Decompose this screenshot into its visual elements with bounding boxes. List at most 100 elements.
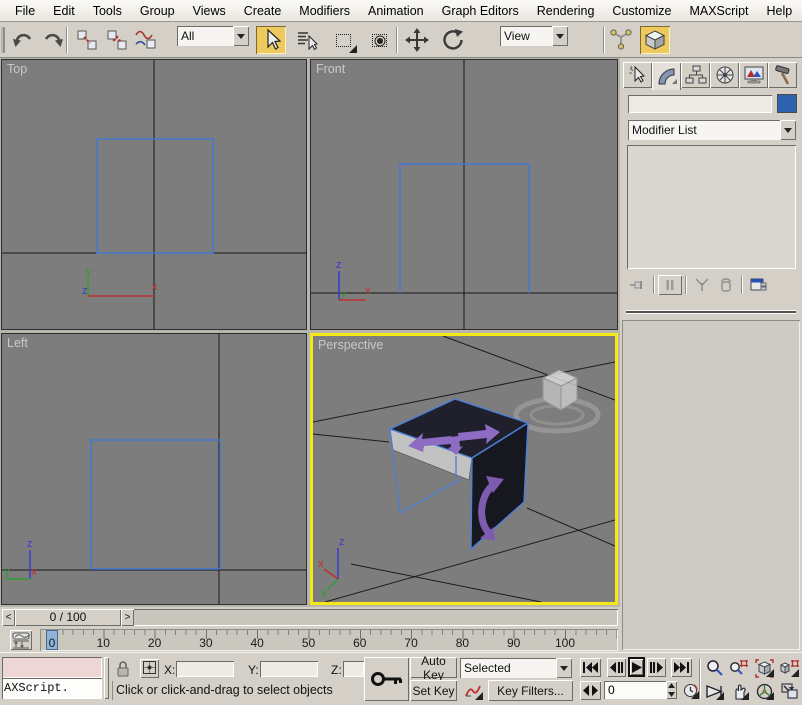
show-end-result-button[interactable] bbox=[658, 275, 682, 295]
panel-divider[interactable] bbox=[626, 310, 796, 314]
zoom-button[interactable] bbox=[703, 658, 725, 678]
bind-to-space-warp-button[interactable] bbox=[130, 26, 160, 54]
time-configuration-button[interactable] bbox=[681, 681, 700, 700]
menu-item-modifiers[interactable]: Modifiers bbox=[290, 2, 359, 20]
zoom-extents-button[interactable] bbox=[753, 658, 775, 678]
key-mode-toggle-icon bbox=[583, 685, 598, 696]
menu-item-file[interactable]: File bbox=[6, 2, 44, 20]
go-to-start-button[interactable] bbox=[580, 658, 601, 677]
menu-item-customize[interactable]: Customize bbox=[603, 2, 680, 20]
key-mode-dropdown[interactable]: Selected bbox=[460, 658, 572, 678]
min-max-toggle-button[interactable] bbox=[778, 681, 800, 701]
menu-item-group[interactable]: Group bbox=[131, 2, 184, 20]
remove-modifier-button[interactable] bbox=[714, 275, 738, 295]
y-coordinate-field[interactable] bbox=[260, 661, 318, 677]
arc-rotate-button[interactable] bbox=[753, 681, 775, 701]
go-to-end-button[interactable] bbox=[671, 658, 692, 677]
previous-frame-arrow-button[interactable]: < bbox=[2, 609, 15, 626]
menu-item-graph-editors[interactable]: Graph Editors bbox=[433, 2, 528, 20]
redo-button[interactable] bbox=[38, 26, 68, 54]
tab-utilities[interactable] bbox=[768, 62, 797, 88]
auto-key-button[interactable]: Auto Key bbox=[410, 657, 457, 678]
dropdown-arrow-icon[interactable] bbox=[556, 658, 572, 678]
current-frame-field[interactable] bbox=[604, 681, 666, 699]
pan-button[interactable] bbox=[728, 681, 750, 701]
set-key-button[interactable]: Set Key bbox=[410, 680, 457, 701]
tab-hierarchy[interactable] bbox=[681, 62, 710, 88]
3ds-max-window: { "menu": { "items": ["File","Edit","Too… bbox=[0, 0, 802, 705]
menu-item-views[interactable]: Views bbox=[184, 2, 235, 20]
object-color-swatch[interactable] bbox=[777, 94, 797, 113]
tab-display[interactable] bbox=[739, 62, 768, 88]
absolute-mode-toggle[interactable] bbox=[140, 659, 159, 678]
viewport-front-label[interactable]: Front bbox=[316, 62, 345, 76]
tab-motion[interactable] bbox=[710, 62, 739, 88]
default-tangent-button[interactable] bbox=[461, 681, 484, 701]
frame-spinner[interactable] bbox=[666, 681, 677, 699]
zoom-extents-icon bbox=[755, 659, 774, 678]
menu-item-create[interactable]: Create bbox=[235, 2, 291, 20]
menu-item-animation[interactable]: Animation bbox=[359, 2, 433, 20]
scene-object[interactable] bbox=[390, 399, 528, 549]
select-and-link-button[interactable] bbox=[72, 26, 102, 54]
next-frame-arrow-button[interactable]: > bbox=[121, 609, 134, 626]
select-and-move-button[interactable] bbox=[402, 26, 432, 54]
play-button[interactable] bbox=[628, 657, 645, 677]
selection-filter-dropdown[interactable]: All bbox=[177, 26, 249, 46]
viewport-perspective[interactable]: Perspective bbox=[310, 333, 618, 605]
key-filters-button[interactable]: Key Filters... bbox=[488, 680, 573, 701]
make-unique-button[interactable] bbox=[690, 275, 714, 295]
maxscript-listener-field[interactable]: AXScript. bbox=[2, 678, 102, 699]
menu-item-maxscript[interactable]: MAXScript bbox=[680, 2, 757, 20]
viewport-perspective-label[interactable]: Perspective bbox=[318, 338, 383, 352]
select-and-rotate-button[interactable] bbox=[438, 26, 468, 54]
reference-coordinate-system-dropdown[interactable]: View bbox=[500, 26, 568, 46]
open-mini-curve-editor-button[interactable] bbox=[10, 630, 32, 650]
menu-item-help[interactable]: Help bbox=[758, 2, 802, 20]
window-crossing-button[interactable] bbox=[364, 26, 394, 54]
dropdown-arrow-icon[interactable] bbox=[552, 26, 568, 46]
dropdown-arrow-icon[interactable] bbox=[233, 26, 249, 46]
key-mode-toggle-button[interactable] bbox=[580, 681, 601, 700]
zoom-all-button[interactable] bbox=[728, 658, 750, 678]
tab-modify[interactable] bbox=[652, 62, 681, 90]
select-by-name-button[interactable] bbox=[292, 26, 322, 54]
zoom-icon bbox=[705, 659, 724, 678]
viewport-left-label[interactable]: Left bbox=[7, 336, 28, 350]
viewport-top-label[interactable]: Top bbox=[7, 62, 27, 76]
select-object-button[interactable] bbox=[256, 26, 286, 54]
tab-create[interactable] bbox=[623, 62, 652, 88]
configure-modifier-sets-button[interactable] bbox=[746, 275, 770, 295]
unlink-selection-button[interactable] bbox=[102, 26, 132, 54]
z-coordinate-field[interactable] bbox=[343, 661, 364, 677]
zoom-extents-all-button[interactable] bbox=[778, 658, 800, 678]
show-end-result-icon bbox=[663, 278, 677, 292]
undo-button[interactable] bbox=[8, 26, 38, 54]
track-ruler[interactable]: 0102030405060708090100 bbox=[40, 629, 618, 651]
object-name-field[interactable] bbox=[628, 95, 772, 113]
select-and-manipulate-button[interactable] bbox=[608, 26, 634, 54]
viewport-left[interactable]: Left z y x bbox=[1, 333, 307, 605]
listener-splitter[interactable] bbox=[104, 657, 109, 699]
viewport-top[interactable]: Top y x z bbox=[1, 59, 307, 330]
next-frame-button[interactable] bbox=[647, 658, 666, 677]
modifier-list-dropdown[interactable]: Modifier List bbox=[628, 120, 796, 140]
set-keys-button[interactable] bbox=[364, 657, 409, 701]
snaps-toggle-button[interactable] bbox=[640, 26, 670, 54]
toolbar-drag-handle[interactable] bbox=[1, 27, 5, 53]
x-coordinate-field[interactable] bbox=[176, 661, 234, 677]
previous-frame-button[interactable] bbox=[607, 658, 626, 677]
hierarchy-icon bbox=[685, 65, 707, 85]
selection-lock-toggle[interactable] bbox=[113, 659, 133, 679]
dropdown-arrow-icon[interactable] bbox=[780, 120, 796, 140]
menu-item-edit[interactable]: Edit bbox=[44, 2, 84, 20]
modifier-stack-list[interactable] bbox=[627, 145, 796, 269]
field-of-view-button[interactable] bbox=[703, 681, 725, 701]
rectangular-selection-region-button[interactable] bbox=[328, 26, 358, 54]
viewport-front[interactable]: Front z x y bbox=[310, 59, 618, 330]
macro-recorder-field[interactable] bbox=[2, 657, 102, 678]
menu-item-tools[interactable]: Tools bbox=[84, 2, 131, 20]
time-slider-handle[interactable]: 0 / 100 bbox=[15, 609, 121, 626]
menu-item-rendering[interactable]: Rendering bbox=[528, 2, 604, 20]
pin-stack-button[interactable] bbox=[626, 275, 650, 295]
